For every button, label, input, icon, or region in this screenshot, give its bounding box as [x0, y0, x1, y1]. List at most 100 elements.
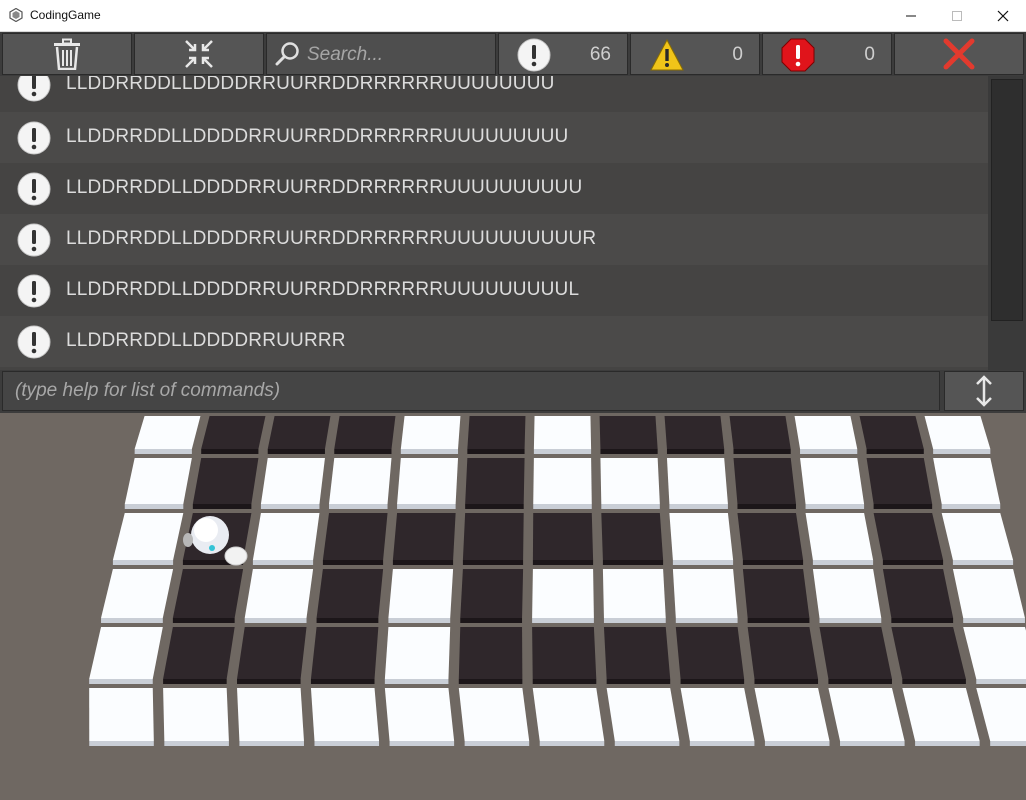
black-tile	[737, 513, 804, 560]
black-tile	[201, 416, 266, 449]
tile-edge	[172, 618, 235, 623]
scrollbar-thumb[interactable]	[991, 79, 1023, 321]
close-window-button[interactable]	[980, 0, 1026, 31]
tile-edge	[915, 741, 980, 746]
tile-edge	[747, 618, 810, 623]
list-item[interactable]: LLDDRRDDLLDDDDRRUURRR	[0, 316, 988, 367]
black-tile	[310, 627, 379, 679]
white-tile	[812, 569, 882, 618]
tile-edge	[89, 741, 154, 746]
tile-edge	[606, 679, 671, 684]
white-tile	[952, 569, 1025, 618]
white-tile	[924, 416, 991, 449]
list-item[interactable]: LLDDRRDDLLDDDDRRUURRDDRRRRRRUUUUUUUUUL	[0, 265, 988, 316]
tile-edge	[384, 679, 449, 684]
info-icon	[17, 121, 51, 155]
tile-edge	[733, 449, 791, 454]
search-box[interactable]	[266, 33, 496, 75]
black-tile	[729, 416, 791, 449]
tile-edge	[976, 679, 1026, 684]
tile-edge	[602, 560, 664, 565]
clear-button[interactable]	[2, 33, 132, 75]
tile-edge	[163, 679, 227, 684]
tile-edge	[112, 560, 174, 565]
tile-edge	[467, 449, 525, 454]
tile-edge	[239, 741, 304, 746]
white-tile	[533, 416, 592, 449]
tile-edge	[737, 504, 797, 509]
tile-edge	[389, 741, 455, 746]
tile-edge	[828, 679, 892, 684]
search-input[interactable]	[305, 42, 494, 68]
tile-edge	[812, 560, 874, 565]
white-tile	[260, 458, 325, 504]
tile-edge	[902, 679, 966, 684]
white-tile	[680, 688, 755, 741]
tile-edge	[334, 449, 392, 454]
tile-edge	[680, 679, 745, 684]
log-message: LLDDRRDDLLDDDDRRUURRDDRRRRRRUUUUUUUUUL	[66, 279, 580, 300]
white-tile	[606, 688, 680, 741]
console-log: LLDDRRDDLLDDDDRRUURRDDRRRRRRUUUUUUUU LLD…	[0, 76, 988, 370]
white-tile	[672, 569, 738, 618]
black-tile	[601, 513, 664, 560]
collapse-button[interactable]	[134, 33, 264, 75]
tile-edge	[764, 741, 830, 746]
tile-edge	[866, 449, 924, 454]
black-tile	[334, 416, 396, 449]
warning-filter-button[interactable]: 0	[630, 33, 760, 75]
black-tile	[747, 627, 819, 679]
list-item[interactable]: LLDDRRDDLLDDDDRRUURRDDRRRRRRUUUUUUUUU	[0, 112, 988, 163]
error-filter-button[interactable]: 0	[762, 33, 892, 75]
white-tile	[602, 569, 666, 618]
log-message: LLDDRRDDLLDDDDRRUURRDDRRRRRRUUUUUUUUUUR	[66, 228, 597, 249]
info-filter-button[interactable]: 66	[498, 33, 628, 75]
tile-edge	[601, 504, 660, 509]
black-tile	[322, 513, 388, 560]
white-tile	[400, 416, 461, 449]
black-tile	[192, 458, 259, 504]
tile-edge	[400, 449, 459, 454]
window-title: CodingGame	[30, 8, 101, 22]
info-icon	[17, 172, 51, 206]
tile-edge	[101, 618, 163, 623]
white-tile	[533, 458, 592, 504]
tile-edge	[539, 741, 605, 746]
tile-edge	[164, 741, 229, 746]
minimize-button[interactable]	[888, 0, 934, 31]
tile-edge	[952, 560, 1014, 565]
tile-edge	[963, 618, 1025, 623]
black-tile	[462, 513, 524, 560]
log-message: LLDDRRDDLLDDDDRRUURRR	[66, 330, 346, 351]
tile-edge	[328, 504, 388, 509]
white-tile	[666, 458, 728, 504]
command-input[interactable]	[2, 371, 940, 411]
white-tile	[237, 688, 304, 741]
white-tile	[89, 688, 154, 741]
tile-edge	[252, 560, 314, 565]
white-tile	[828, 688, 905, 741]
black-tile	[237, 627, 307, 679]
white-tile	[328, 458, 392, 504]
white-tile	[384, 627, 451, 679]
info-icon	[17, 325, 51, 359]
tile-edge	[458, 679, 523, 684]
black-tile	[458, 627, 523, 679]
log-message: LLDDRRDDLLDDDDRRUURRDDRRRRRRUUUUUUUU	[66, 76, 555, 94]
resize-button[interactable]	[944, 371, 1024, 411]
black-tile	[267, 416, 331, 449]
tile-edge	[392, 560, 454, 565]
list-item[interactable]: LLDDRRDDLLDDDDRRUURRDDRRRRRRUUUUUUUU	[0, 76, 988, 110]
list-item[interactable]: LLDDRRDDLLDDDDRRUURRDDRRRRRRUUUUUUUUUU	[0, 163, 988, 214]
tile-edge	[314, 741, 380, 746]
list-item[interactable]: LLDDRRDDLLDDDDRRUURRDDRRRRRRUUUUUUUUUUR	[0, 214, 988, 265]
maximize-button[interactable]	[934, 0, 980, 31]
tile-edge	[267, 449, 325, 454]
close-console-button[interactable]	[894, 33, 1024, 75]
tile-edge	[464, 741, 530, 746]
white-tile	[388, 569, 454, 618]
black-tile	[392, 513, 456, 560]
white-tile	[163, 688, 229, 741]
black-tile	[742, 569, 810, 618]
white-tile	[89, 627, 163, 679]
